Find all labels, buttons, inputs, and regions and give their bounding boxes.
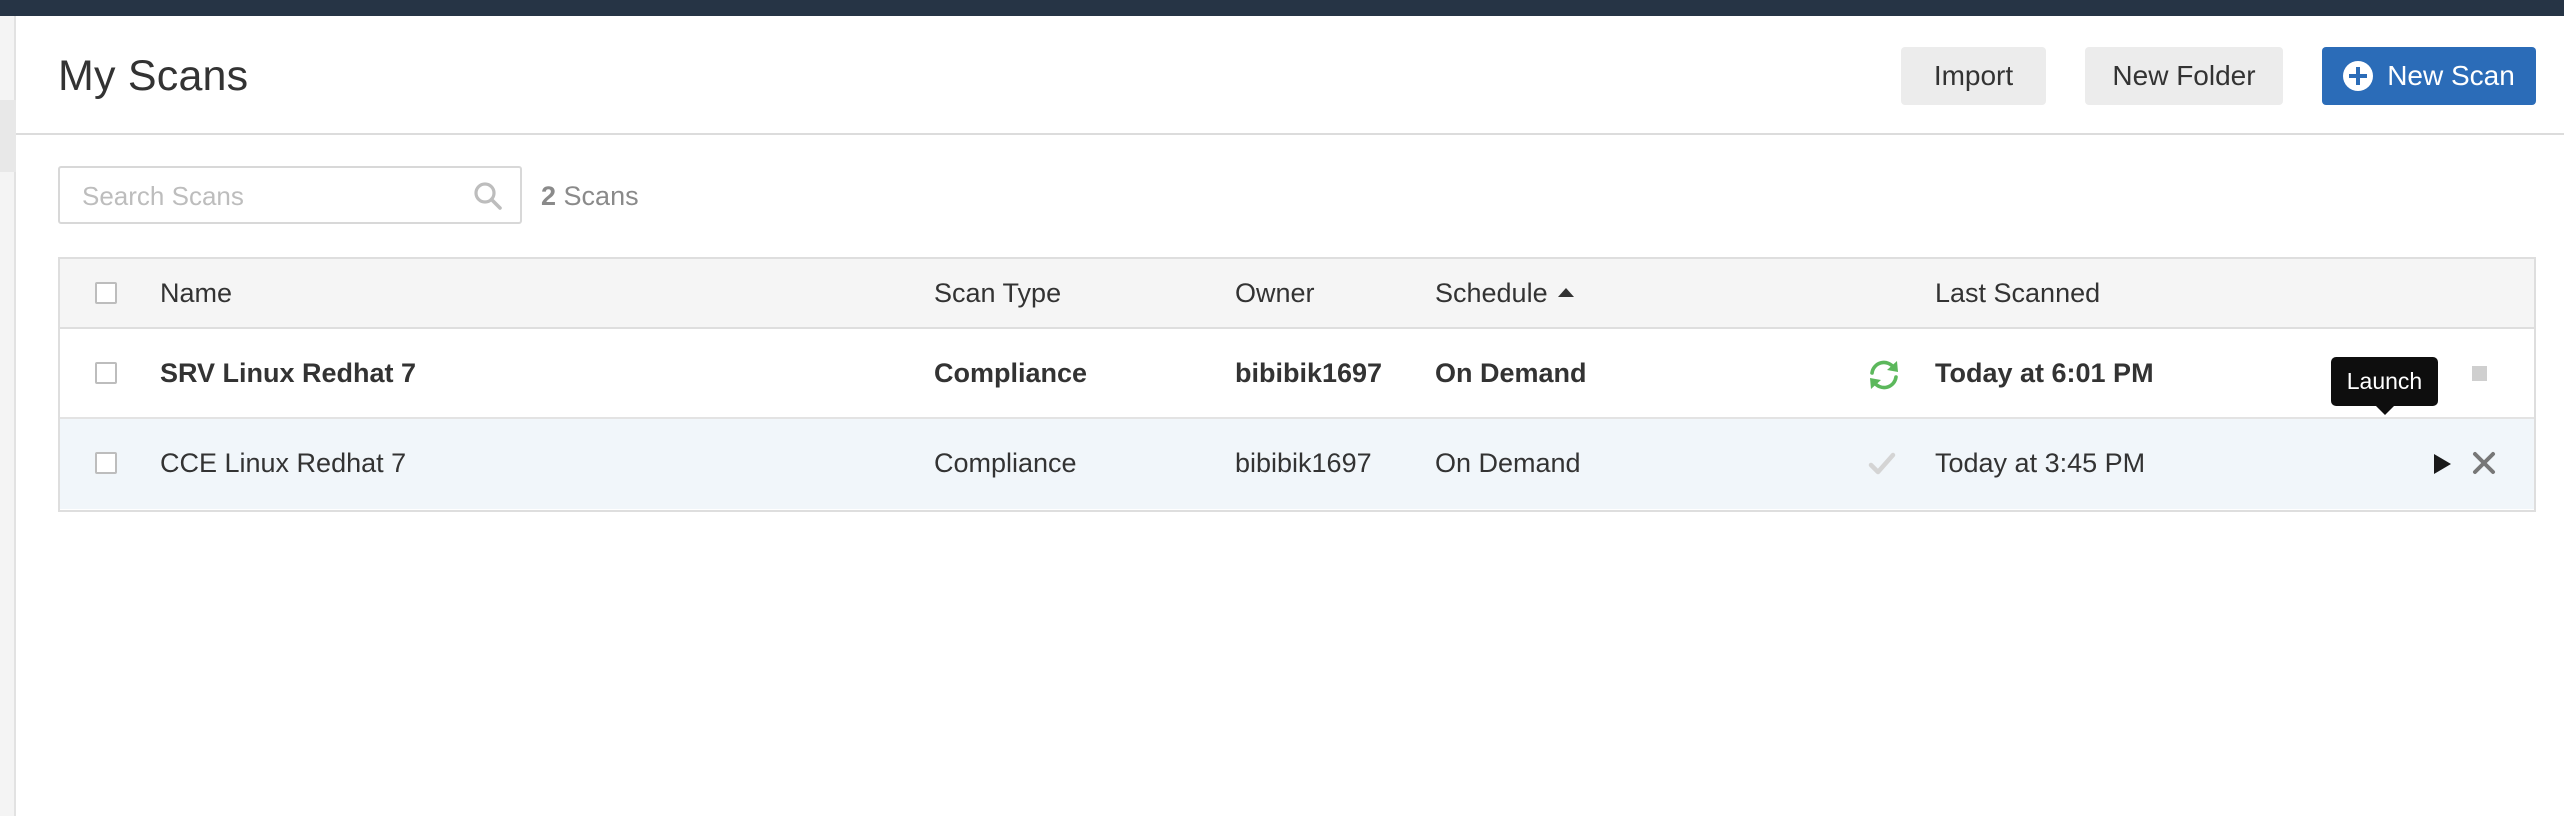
column-header-name[interactable]: Name — [160, 273, 232, 313]
column-header-owner[interactable]: Owner — [1235, 273, 1315, 313]
scan-name[interactable]: CCE Linux Redhat 7 — [160, 443, 406, 483]
play-icon[interactable] — [2430, 451, 2454, 477]
launch-tooltip: Launch — [2331, 357, 2438, 415]
scan-name[interactable]: SRV Linux Redhat 7 — [160, 353, 416, 393]
scan-schedule: On Demand — [1435, 358, 1587, 388]
search-input[interactable] — [80, 176, 464, 216]
last-scanned: Today at 3:45 PM — [1935, 448, 2146, 478]
sort-ascending-icon — [1557, 288, 1574, 297]
search-box[interactable] — [58, 166, 522, 224]
scan-count-number: 2 — [541, 181, 557, 211]
scan-count: 2 Scans — [541, 176, 639, 216]
select-all-checkbox[interactable] — [95, 282, 117, 304]
header-divider — [16, 133, 2564, 135]
table-header: Name Scan Type Owner Schedule Last Scann… — [60, 259, 2534, 329]
search-icon[interactable] — [472, 180, 504, 212]
table-row[interactable]: SRV Linux Redhat 7 Compliance bibibik169… — [60, 329, 2534, 419]
stop-icon[interactable] — [2472, 366, 2487, 381]
scan-schedule: On Demand — [1435, 448, 1581, 478]
import-button[interactable]: Import — [1901, 47, 2046, 105]
new-scan-button-label: New Scan — [2387, 60, 2515, 91]
column-header-last-scanned[interactable]: Last Scanned — [1935, 273, 2100, 313]
left-sidebar — [0, 16, 16, 816]
new-scan-button[interactable]: New Scan — [2322, 47, 2536, 105]
last-scanned: Today at 6:01 PM — [1935, 358, 2154, 388]
column-header-scan-type[interactable]: Scan Type — [934, 273, 1061, 313]
refresh-icon — [1870, 360, 1898, 390]
close-icon[interactable] — [2471, 450, 2497, 476]
scan-owner: bibibik1697 — [1235, 448, 1372, 478]
new-folder-button[interactable]: New Folder — [2085, 47, 2283, 105]
scan-type: Compliance — [934, 448, 1077, 478]
row-checkbox[interactable] — [95, 362, 117, 384]
page-title: My Scans — [58, 52, 249, 100]
check-icon — [1868, 452, 1896, 475]
top-nav-bar — [0, 0, 2564, 16]
plus-circle-icon — [2343, 61, 2374, 91]
row-checkbox[interactable] — [95, 452, 117, 474]
scans-table: Name Scan Type Owner Schedule Last Scann… — [58, 257, 2536, 512]
scan-owner: bibibik1697 — [1235, 358, 1383, 388]
column-header-schedule-label: Schedule — [1435, 278, 1548, 308]
column-header-schedule[interactable]: Schedule — [1435, 273, 1574, 313]
scan-count-label: Scans — [563, 181, 639, 211]
scan-type: Compliance — [934, 358, 1088, 388]
table-row[interactable]: CCE Linux Redhat 7 Compliance bibibik169… — [60, 419, 2534, 509]
sidebar-active-marker — [0, 100, 16, 172]
